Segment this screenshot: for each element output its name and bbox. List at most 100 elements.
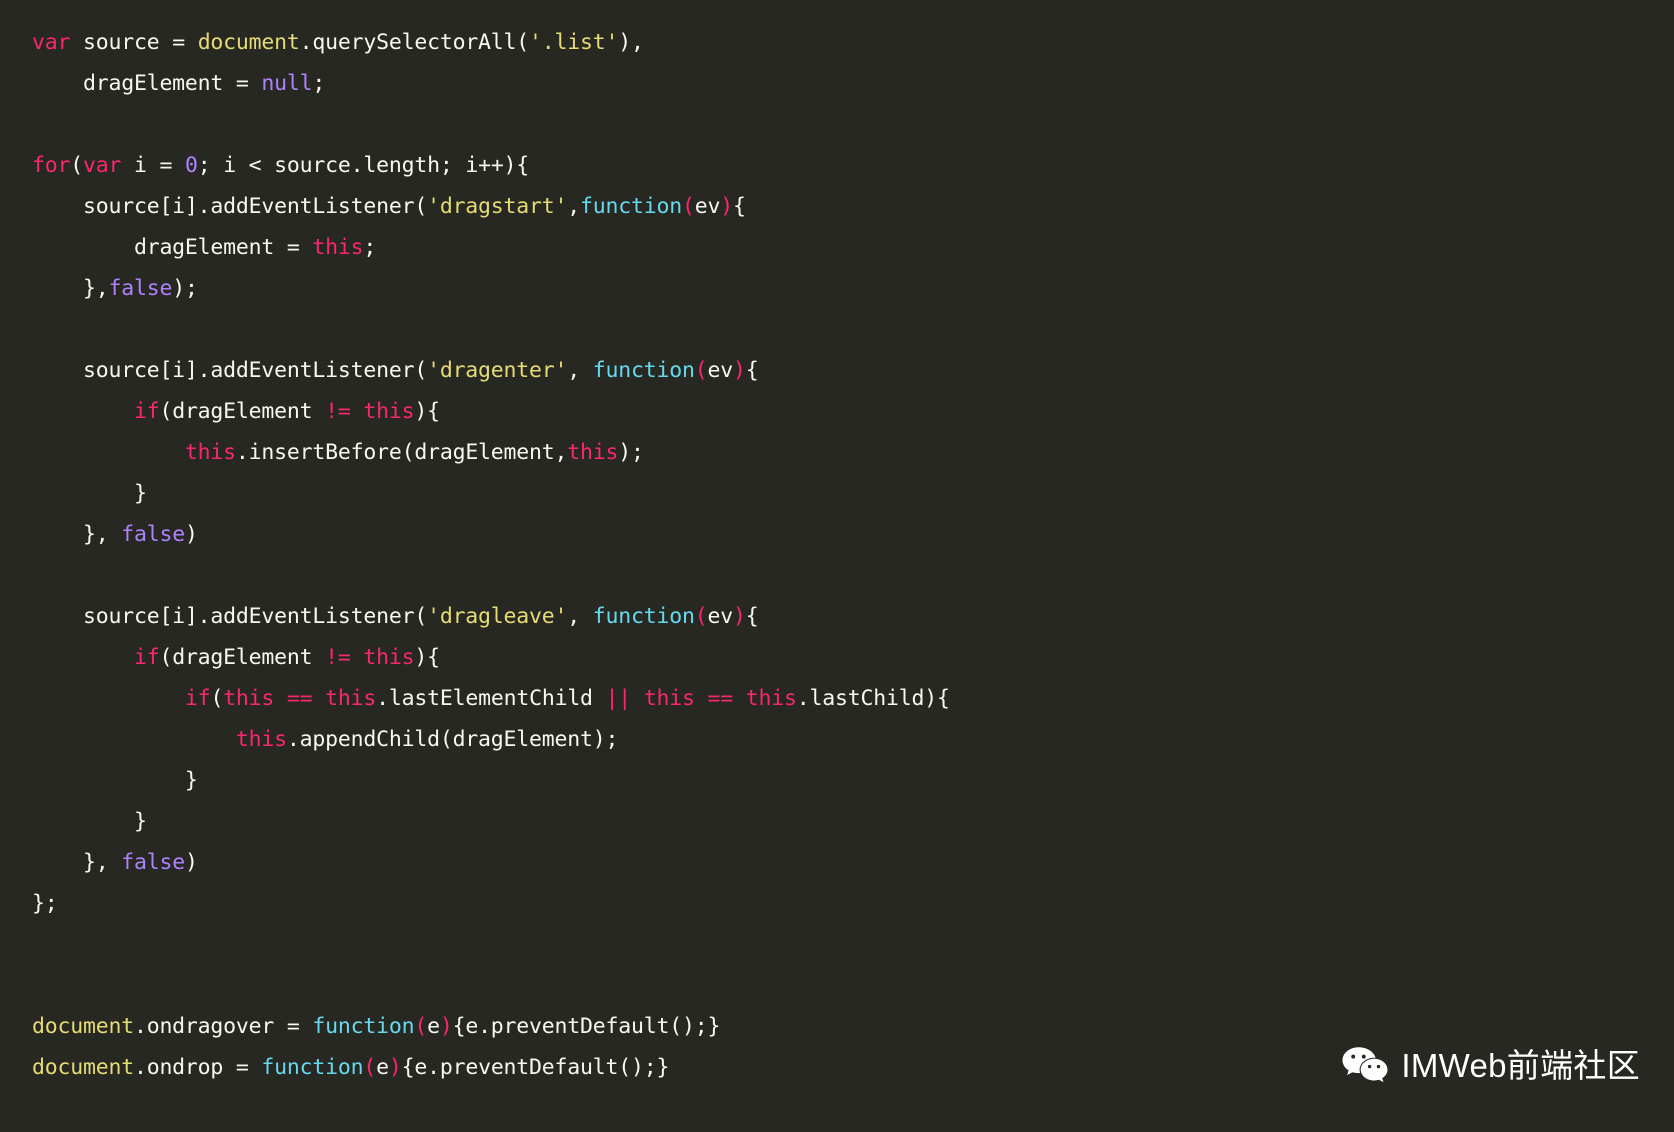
code-token: 'dragleave' bbox=[427, 604, 568, 629]
code-token: document bbox=[32, 1055, 134, 1080]
code-token: ) bbox=[732, 604, 746, 629]
code-token: ( bbox=[681, 194, 695, 219]
code-token: != bbox=[325, 645, 351, 670]
code-line: if(dragElement != this){ bbox=[32, 391, 1674, 432]
code-token: false bbox=[108, 276, 173, 301]
code-token: { bbox=[745, 604, 759, 629]
code-token: this bbox=[312, 235, 364, 260]
code-line: source[i].addEventListener('dragenter', … bbox=[32, 350, 1674, 391]
code-token: , bbox=[567, 604, 593, 629]
code-line bbox=[32, 555, 1674, 596]
code-token: ) bbox=[388, 1055, 402, 1080]
code-token: ); bbox=[172, 276, 198, 301]
code-token: .querySelectorAll( bbox=[299, 30, 530, 55]
code-token: .ondrop = bbox=[133, 1055, 262, 1080]
code-token: .lastChild){ bbox=[796, 686, 950, 711]
code-token: this bbox=[325, 686, 377, 711]
code-token: var bbox=[32, 30, 71, 55]
code-token: ) bbox=[439, 1014, 453, 1039]
code-token: false bbox=[121, 850, 185, 875]
code-screenshot: var source = document.querySelectorAll('… bbox=[0, 0, 1674, 1132]
code-token: 'dragstart' bbox=[427, 194, 568, 219]
code-token: function bbox=[580, 194, 682, 219]
code-token: this bbox=[363, 399, 415, 424]
code-token: } bbox=[32, 481, 147, 506]
code-token: dragElement = bbox=[32, 71, 262, 96]
code-token: { bbox=[745, 358, 759, 383]
code-token: ( bbox=[210, 686, 224, 711]
code-line: dragElement = this; bbox=[32, 227, 1674, 268]
code-token: this bbox=[363, 645, 415, 670]
watermark: IMWeb前端社区 bbox=[1342, 1046, 1640, 1085]
code-token: source bbox=[70, 30, 173, 55]
code-line: if(this == this.lastElementChild || this… bbox=[32, 678, 1674, 719]
code-line: }, false) bbox=[32, 514, 1674, 555]
code-line bbox=[32, 309, 1674, 350]
code-token: function bbox=[592, 358, 695, 383]
code-token: document bbox=[197, 30, 300, 55]
code-token: 0 bbox=[184, 153, 198, 178]
code-token: null bbox=[261, 71, 313, 96]
code-token: ) bbox=[184, 522, 198, 547]
code-token: this bbox=[745, 686, 797, 711]
code-token: ( bbox=[694, 604, 708, 629]
code-token: ) bbox=[184, 850, 198, 875]
code-token: ev bbox=[707, 358, 733, 383]
code-token: ev bbox=[694, 194, 721, 219]
code-token: ( bbox=[414, 1014, 428, 1039]
code-token: , bbox=[567, 358, 593, 383]
code-token: i = bbox=[121, 153, 185, 178]
code-token: 'dragenter' bbox=[427, 358, 568, 383]
code-token: e bbox=[376, 1055, 389, 1080]
code-line: source[i].addEventListener('dragleave', … bbox=[32, 596, 1674, 637]
code-block: var source = document.querySelectorAll('… bbox=[32, 22, 1674, 1088]
code-token: ); bbox=[618, 440, 644, 465]
code-token: }; bbox=[32, 891, 58, 916]
code-token: (dragElement bbox=[159, 645, 326, 670]
code-token: ( bbox=[694, 358, 708, 383]
code-token: = bbox=[172, 30, 198, 55]
code-token: ){ bbox=[414, 399, 440, 424]
code-token: ( bbox=[363, 1055, 377, 1080]
code-token: ) bbox=[732, 358, 746, 383]
code-line bbox=[32, 965, 1674, 1006]
code-token: || bbox=[605, 686, 632, 711]
code-line bbox=[32, 104, 1674, 145]
code-token: ; i < source.length; i++){ bbox=[197, 153, 530, 178]
code-token: document bbox=[32, 1014, 134, 1039]
code-token: '.list' bbox=[529, 30, 619, 55]
code-token: ev bbox=[707, 604, 733, 629]
code-token: this bbox=[567, 440, 619, 465]
code-token: ; bbox=[312, 71, 326, 96]
code-token: == bbox=[286, 686, 313, 711]
watermark-label: IMWeb前端社区 bbox=[1401, 1047, 1640, 1084]
code-line: this.appendChild(dragElement); bbox=[32, 719, 1674, 760]
code-token: source[i].addEventListener( bbox=[32, 604, 428, 629]
code-token: {e.preventDefault();} bbox=[452, 1014, 721, 1039]
code-token: e bbox=[427, 1014, 440, 1039]
code-token: if bbox=[133, 399, 160, 424]
code-line: source[i].addEventListener('dragstart',f… bbox=[32, 186, 1674, 227]
code-token: function bbox=[261, 1055, 364, 1080]
code-token: .ondragover = bbox=[133, 1014, 313, 1039]
code-line: } bbox=[32, 473, 1674, 514]
code-line: this.insertBefore(dragElement,this); bbox=[32, 432, 1674, 473]
code-token: }, bbox=[32, 276, 109, 301]
code-token: this bbox=[184, 440, 236, 465]
code-token: .lastElementChild bbox=[376, 686, 606, 711]
code-token: ) bbox=[720, 194, 733, 219]
code-token: (dragElement bbox=[159, 399, 326, 424]
code-token: .insertBefore(dragElement, bbox=[235, 440, 568, 465]
code-token: ( bbox=[70, 153, 83, 178]
code-line: } bbox=[32, 801, 1674, 842]
code-line: dragElement = null; bbox=[32, 63, 1674, 104]
